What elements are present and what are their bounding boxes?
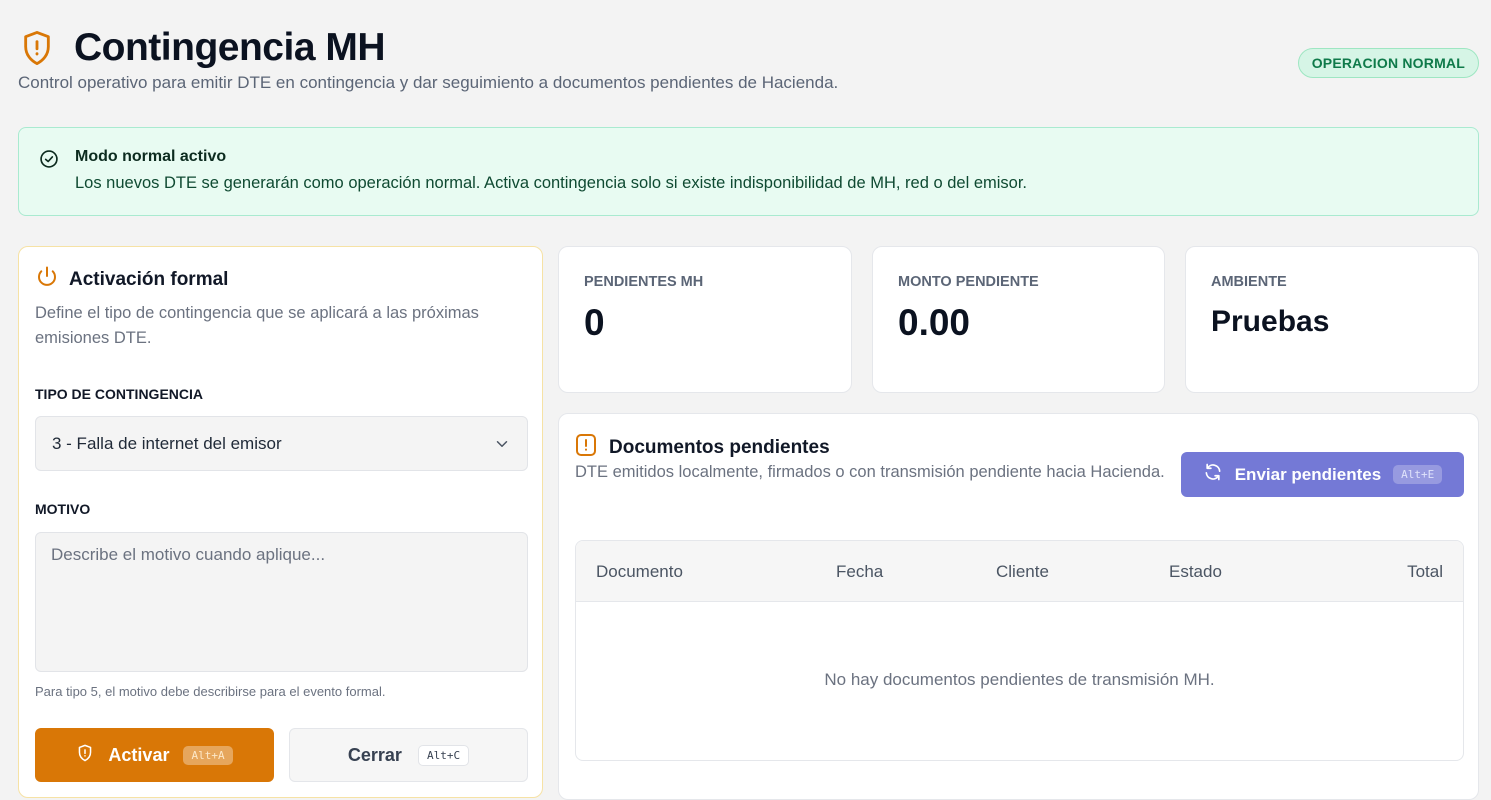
activate-button[interactable]: Activar Alt+A [35, 728, 274, 782]
stat-card-pending: PENDIENTES MH 0 [558, 246, 852, 393]
column-header-documento[interactable]: Documento [596, 562, 683, 582]
documents-description: DTE emitidos localmente, firmados o con … [575, 463, 1165, 481]
activation-card: Activación formal Define el tipo de cont… [18, 246, 543, 798]
send-pending-shortcut: Alt+E [1393, 465, 1443, 484]
power-icon [35, 265, 59, 294]
close-shortcut: Alt+C [417, 744, 470, 766]
column-header-estado[interactable]: Estado [1169, 562, 1222, 582]
status-badge: OPERACION NORMAL [1297, 48, 1479, 78]
activate-label: Activar [108, 744, 170, 765]
contingency-type-select[interactable]: 3 - Falla de internet del emisor [35, 416, 528, 471]
send-pending-label: Enviar pendientes [1234, 464, 1382, 484]
column-header-total[interactable]: Total [1407, 562, 1443, 582]
documents-header: Documentos pendientes [575, 433, 830, 462]
stat-label: AMBIENTE [1211, 274, 1287, 290]
empty-state-message: No hay documentos pendientes de transmis… [824, 670, 1215, 689]
stat-value: 0.00 [898, 302, 971, 343]
contingency-type-label: TIPO DE CONTINGENCIA [35, 386, 204, 402]
check-circle-icon [39, 149, 59, 169]
activation-title: Activación formal [69, 268, 229, 290]
pending-documents-card: Documentos pendientes DTE emitidos local… [558, 413, 1479, 800]
documents-title: Documentos pendientes [609, 436, 830, 458]
close-button[interactable]: Cerrar Alt+C [289, 728, 528, 782]
refresh-icon [1203, 462, 1223, 487]
shield-alert-icon [76, 744, 94, 767]
reason-hint: Para tipo 5, el motivo debe describirse … [35, 684, 386, 699]
normal-mode-alert: Modo normal activo Los nuevos DTE se gen… [18, 127, 1479, 216]
reason-placeholder: Describe el motivo cuando aplique... [51, 545, 326, 564]
stat-label: PENDIENTES MH [584, 274, 704, 290]
close-label: Cerrar [347, 744, 402, 765]
page-title: Contingencia MH [74, 26, 386, 69]
activate-shortcut: Alt+A [183, 745, 233, 765]
alert-square-icon [575, 433, 597, 462]
reason-textarea[interactable]: Describe el motivo cuando aplique... [35, 532, 528, 672]
stat-card-amount: MONTO PENDIENTE 0.00 [872, 246, 1165, 393]
chevron-down-icon [493, 435, 511, 453]
send-pending-button[interactable]: Enviar pendientes Alt+E [1181, 452, 1464, 497]
stat-label: MONTO PENDIENTE [898, 274, 1039, 290]
page-header: Contingencia MH Control operativo para e… [18, 26, 1479, 96]
stat-value: 0 [584, 302, 605, 343]
alert-title: Modo normal activo [75, 148, 227, 165]
column-header-fecha[interactable]: Fecha [836, 562, 883, 582]
page-subtitle: Control operativo para emitir DTE en con… [18, 73, 839, 92]
activation-description: Define el tipo de contingencia que se ap… [35, 304, 479, 347]
shield-alert-icon [18, 28, 56, 68]
table-header: Documento Fecha Cliente Estado Total [576, 541, 1463, 602]
stat-card-environment: AMBIENTE Pruebas [1185, 246, 1479, 393]
column-header-cliente[interactable]: Cliente [996, 562, 1049, 582]
reason-label: MOTIVO [35, 501, 91, 517]
alert-text: Los nuevos DTE se generarán como operaci… [75, 174, 1028, 192]
activation-header: Activación formal [35, 265, 228, 294]
contingency-type-value: 3 - Falla de internet del emisor [52, 433, 282, 453]
stat-value: Pruebas [1211, 305, 1330, 338]
pending-documents-table: Documento Fecha Cliente Estado Total No … [575, 540, 1464, 761]
